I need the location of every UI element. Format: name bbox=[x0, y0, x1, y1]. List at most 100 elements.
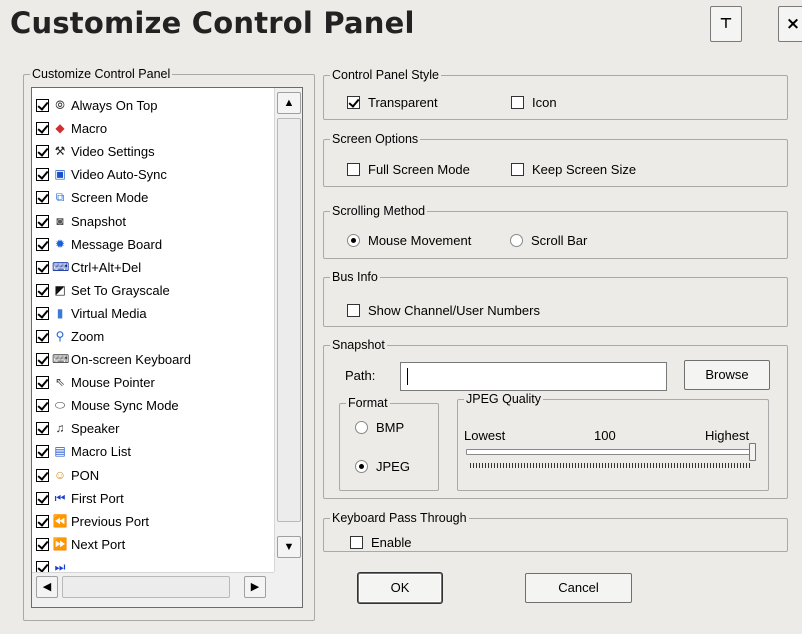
pin-icon[interactable]: ⊤ bbox=[710, 6, 742, 42]
icon-label: Icon bbox=[532, 95, 557, 110]
jpeg-quality-legend: JPEG Quality bbox=[466, 392, 542, 406]
list-item[interactable]: ⬭ Mouse Sync Mode bbox=[36, 394, 276, 417]
list-item[interactable]: ⏩ Next Port bbox=[36, 533, 276, 556]
list-item[interactable]: ◩ Set To Grayscale bbox=[36, 279, 276, 302]
list-item[interactable]: ⦾ Always On Top bbox=[36, 94, 276, 117]
show-numbers-check-box[interactable] bbox=[347, 304, 360, 317]
macro-icon: ◆ bbox=[55, 121, 65, 136]
mouse-movement-radio[interactable]: Mouse Movement bbox=[347, 233, 471, 248]
list-item[interactable]: ⇖ Mouse Pointer bbox=[36, 371, 276, 394]
vertical-scrollbar[interactable]: ▲ ▼ bbox=[274, 88, 302, 572]
list-item[interactable]: ✹ Message Board bbox=[36, 233, 276, 256]
feature-list: ⦾ Always On Top ◆ Macro ⚒ Video Settings ▣ Vide… bbox=[36, 94, 276, 579]
close-icon[interactable]: × bbox=[778, 6, 802, 42]
list-item-label: On-screen Keyboard bbox=[71, 352, 191, 368]
list-item[interactable]: ⚲ Zoom bbox=[36, 325, 276, 348]
keyboard-icon: ⌨ bbox=[52, 352, 70, 367]
list-item[interactable]: ⏮ First Port bbox=[36, 487, 276, 510]
enable-check-box[interactable] bbox=[350, 536, 363, 549]
list-item-checkbox[interactable] bbox=[36, 422, 49, 436]
customize-list-legend: Customize Control Panel bbox=[32, 67, 171, 81]
path-input[interactable] bbox=[400, 362, 667, 391]
list-item-checkbox[interactable] bbox=[36, 260, 49, 274]
scroll-right-icon[interactable]: ▶ bbox=[244, 576, 266, 598]
list-item[interactable]: ◆ Macro bbox=[36, 117, 276, 140]
list-item-checkbox[interactable] bbox=[36, 214, 49, 228]
list-item-checkbox[interactable] bbox=[36, 329, 49, 343]
list-item[interactable]: ▣ Video Auto-Sync bbox=[36, 163, 276, 186]
screen-options-group: Screen Options bbox=[323, 132, 788, 187]
bmp-label: BMP bbox=[376, 420, 405, 435]
list-item[interactable]: ⌨ Ctrl+Alt+Del bbox=[36, 256, 276, 279]
scroll-up-icon[interactable]: ▲ bbox=[277, 92, 301, 114]
bmp-radio[interactable]: BMP bbox=[355, 420, 404, 435]
cancel-button[interactable]: Cancel bbox=[525, 573, 632, 603]
vertical-scroll-thumb[interactable] bbox=[277, 118, 301, 522]
mouse-movement-label: Mouse Movement bbox=[368, 233, 472, 248]
list-item-checkbox[interactable] bbox=[36, 353, 49, 367]
list-item-checkbox[interactable] bbox=[36, 537, 49, 551]
list-item[interactable]: ⧉ Screen Mode bbox=[36, 186, 276, 209]
ctrl-alt-del-icon: ⌨ bbox=[52, 259, 70, 274]
list-item-checkbox[interactable] bbox=[36, 399, 49, 413]
list-item[interactable]: ◙ Snapshot bbox=[36, 209, 276, 232]
list-item-label: Set To Grayscale bbox=[71, 282, 170, 298]
list-item-label: Video Settings bbox=[71, 144, 155, 160]
scroll-left-icon[interactable]: ◀ bbox=[36, 576, 58, 598]
list-item[interactable]: ⏪ Previous Port bbox=[36, 510, 276, 533]
camera-icon: ◙ bbox=[56, 213, 64, 228]
list-item-checkbox[interactable] bbox=[36, 283, 49, 297]
feature-listbox[interactable]: ⦾ Always On Top ◆ Macro ⚒ Video Settings ▣ Vide… bbox=[31, 87, 303, 608]
list-item[interactable]: ♫ Speaker bbox=[36, 417, 276, 440]
list-item-checkbox[interactable] bbox=[36, 122, 49, 136]
list-item-checkbox[interactable] bbox=[36, 237, 49, 251]
list-item[interactable]: ▮ Virtual Media bbox=[36, 302, 276, 325]
full-screen-mode-checkbox[interactable]: Full Screen Mode bbox=[347, 162, 470, 177]
full-screen-check-box[interactable] bbox=[347, 163, 360, 176]
list-item[interactable]: ⌨ On-screen Keyboard bbox=[36, 348, 276, 371]
keep-screen-size-checkbox[interactable]: Keep Screen Size bbox=[511, 162, 636, 177]
horizontal-scrollbar[interactable]: ◀ ▶ bbox=[32, 572, 274, 607]
jpeg-radio-button[interactable] bbox=[355, 460, 368, 473]
browse-button[interactable]: Browse bbox=[684, 360, 770, 390]
quality-slider-track[interactable] bbox=[466, 449, 754, 455]
list-item-checkbox[interactable] bbox=[36, 445, 49, 459]
ok-button[interactable]: OK bbox=[358, 573, 442, 603]
horizontal-scroll-thumb[interactable] bbox=[62, 576, 230, 598]
mouse-movement-radio-button[interactable] bbox=[347, 234, 360, 247]
list-item[interactable]: ▤ Macro List bbox=[36, 440, 276, 463]
list-item-checkbox[interactable] bbox=[36, 468, 49, 482]
list-item-label: Always On Top bbox=[71, 98, 158, 114]
quality-high-label: Highest bbox=[705, 428, 750, 443]
show-channel-user-numbers-checkbox[interactable]: Show Channel/User Numbers bbox=[347, 303, 540, 318]
icon-checkbox[interactable]: Icon bbox=[511, 95, 557, 110]
list-item-checkbox[interactable] bbox=[36, 168, 49, 182]
hammer-icon: ⚒ bbox=[54, 144, 66, 159]
format-group: Format bbox=[339, 396, 439, 491]
macro-list-icon: ▤ bbox=[54, 444, 66, 459]
quality-slider-handle[interactable] bbox=[749, 443, 756, 461]
scroll-down-icon[interactable]: ▼ bbox=[277, 536, 301, 558]
list-item-label: Speaker bbox=[71, 421, 120, 437]
transparent-label: Transparent bbox=[368, 95, 438, 110]
list-item[interactable]: ☺ PON bbox=[36, 464, 276, 487]
jpeg-radio[interactable]: JPEG bbox=[355, 459, 410, 474]
transparent-check-box[interactable] bbox=[347, 96, 360, 109]
scroll-bar-radio[interactable]: Scroll Bar bbox=[510, 233, 587, 248]
enable-checkbox[interactable]: Enable bbox=[350, 535, 411, 550]
list-item-checkbox[interactable] bbox=[36, 514, 49, 528]
list-item-checkbox[interactable] bbox=[36, 191, 49, 205]
list-item[interactable]: ⚒ Video Settings bbox=[36, 140, 276, 163]
list-item-checkbox[interactable] bbox=[36, 306, 49, 320]
list-item-checkbox[interactable] bbox=[36, 376, 49, 390]
list-item-checkbox[interactable] bbox=[36, 491, 49, 505]
bmp-radio-button[interactable] bbox=[355, 421, 368, 434]
icon-check-box[interactable] bbox=[511, 96, 524, 109]
list-item-checkbox[interactable] bbox=[36, 145, 49, 159]
scroll-bar-radio-button[interactable] bbox=[510, 234, 523, 247]
list-item-checkbox[interactable] bbox=[36, 99, 49, 113]
list-item-label: Zoom bbox=[71, 328, 105, 344]
keep-screen-size-check-box[interactable] bbox=[511, 163, 524, 176]
list-item-label: Mouse Pointer bbox=[71, 375, 155, 391]
transparent-checkbox[interactable]: Transparent bbox=[347, 95, 438, 110]
